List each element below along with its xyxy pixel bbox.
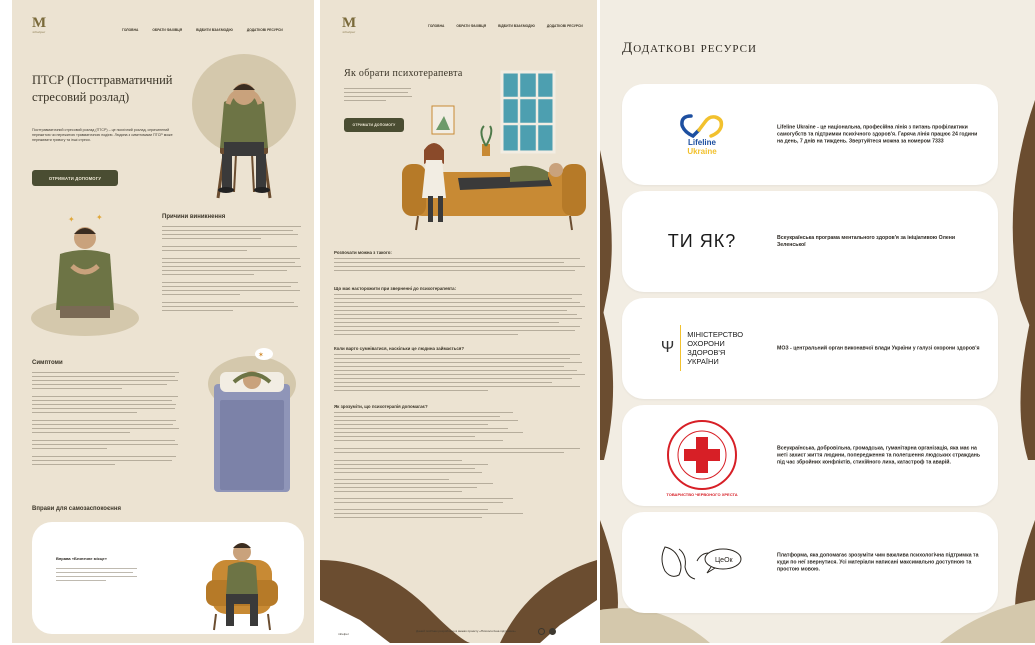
moz-logo: Ψ МІНІСТЕРСТВО ОХОРОНИ ЗДОРОВ'Я УКРАЇНИ bbox=[646, 308, 758, 388]
intro-text: Посттравматичний стресовий розлад (ПТСР)… bbox=[32, 128, 173, 142]
svg-text:✦: ✦ bbox=[68, 215, 75, 224]
section-start: Розпочати можна з такого: bbox=[334, 250, 590, 274]
ty-yak-logo-text: ТИ ЯК? bbox=[667, 230, 737, 251]
symptoms-text-block bbox=[32, 372, 182, 468]
nav-item-interaction[interactable]: ВІДБИТИ ВЗАЄМОДІЮ bbox=[196, 28, 233, 32]
resource-card-moz[interactable]: Ψ МІНІСТЕРСТВО ОХОРОНИ ЗДОРОВ'Я УКРАЇНИ … bbox=[622, 298, 998, 399]
red-cross-icon bbox=[667, 420, 737, 490]
exercise-card[interactable]: Вправа «Безпечне місце» bbox=[32, 522, 304, 634]
page-title: Додаткові ресурси bbox=[622, 40, 757, 56]
nav-item-choose-specialist[interactable]: ОБРАТИ ФАХІВЦЯ bbox=[152, 28, 182, 32]
resource-card-lifeline[interactable]: Lifeline Ukraine Lifeline Ukraine - це н… bbox=[622, 84, 998, 185]
top-nav: ГОЛОВНА ОБРАТИ ФАХІВЦЯ ВІДБИТИ ВЗАЄМОДІЮ… bbox=[122, 28, 283, 32]
section-heading: Коли варто сумніватися, наскільки це люд… bbox=[334, 346, 465, 351]
svg-text:✦: ✦ bbox=[96, 213, 103, 222]
red-cross-ring-text: ТОВАРИСТВО ЧЕРВОНОГО ХРЕСТА bbox=[666, 492, 738, 497]
section-doubts: Коли варто сумніватися, наскільки це люд… bbox=[334, 346, 590, 394]
section-heading: Як зрозуміти, що психотерапія допомагає? bbox=[334, 404, 428, 409]
resource-description: Всеукраїнська, добровільна, громадська, … bbox=[777, 445, 981, 465]
heart-logo-icon bbox=[680, 114, 724, 138]
resource-description: Всеукраїнська програма ментального здоро… bbox=[777, 234, 956, 248]
nav-item-resources[interactable]: ДОДАТКОВІ РЕСУРСИ bbox=[247, 28, 283, 32]
instagram-icon[interactable] bbox=[538, 628, 545, 635]
ty-yak-logo: ТИ ЯК? bbox=[646, 201, 758, 281]
lifeline-logo: Lifeline Ukraine bbox=[646, 94, 758, 174]
resource-card-red-cross[interactable]: ТОВАРИСТВО ЧЕРВОНОГО ХРЕСТА Всеукраїнськ… bbox=[622, 405, 998, 506]
section-heading: Що має насторожити при зверненні до псих… bbox=[334, 286, 457, 291]
logo-subtitle: mhelper bbox=[32, 30, 46, 34]
exercise-card-text bbox=[56, 568, 140, 584]
tseok-logo-text: ЦеОк bbox=[715, 557, 734, 564]
site-logo[interactable]: M mhelper bbox=[32, 15, 47, 35]
facebook-icon[interactable] bbox=[549, 628, 556, 635]
symptoms-heading: Симптоми bbox=[32, 360, 63, 366]
trident-icon: Ψ bbox=[660, 339, 675, 356]
section-heading: Розпочати можна з такого: bbox=[334, 250, 392, 255]
get-help-button[interactable]: ОТРИМАТИ ДОПОМОГУ bbox=[32, 170, 118, 186]
page-title: ПТСР (Посттравматичний стресовий розлад) bbox=[32, 73, 173, 104]
resource-card-tseok[interactable]: ЦеОк Платформа, яка допомагає зрозуміти … bbox=[622, 512, 998, 613]
lifeline-logo-line1: Lifeline bbox=[687, 138, 716, 147]
section-red-flags: Що має насторожити при зверненні до псих… bbox=[334, 286, 590, 338]
resources-panel: Додаткові ресурси Lifeline Ukraine Lifel… bbox=[600, 0, 1035, 643]
resource-description: Lifeline Ukraine - це національна, профе… bbox=[777, 124, 978, 144]
moz-logo-line: МІНІСТЕРСТВО bbox=[687, 330, 744, 339]
resource-description: Платформа, яка допомагає зрозуміти чим в… bbox=[777, 552, 979, 572]
moz-logo-line: УКРАЇНИ bbox=[687, 357, 719, 366]
logo-mark: M bbox=[32, 15, 47, 31]
armchair-man-illustration bbox=[206, 543, 278, 631]
causes-heading: Причини виникнення bbox=[162, 214, 226, 220]
resource-description: МОЗ - центральний орган виконавчої влади… bbox=[777, 345, 980, 351]
faces-icon: ЦеОк bbox=[661, 546, 742, 580]
lifeline-logo-line2: Ukraine bbox=[687, 147, 717, 156]
ptsd-page-panel: M mhelper ГОЛОВНА ОБРАТИ ФАХІВЦЯ ВІДБИТИ… bbox=[12, 0, 314, 643]
footer-text: Даний посібник розроблено в межах проєкт… bbox=[416, 629, 516, 633]
footer-brand: mhelper bbox=[338, 632, 349, 636]
sleeping-man-illustration: ✶ bbox=[208, 348, 296, 492]
section-progress: Як зрозуміти, що психотерапія допомагає? bbox=[334, 404, 590, 521]
moz-logo-line: ОХОРОНИ bbox=[687, 339, 725, 348]
red-cross-logo: ТОВАРИСТВО ЧЕРВОНОГО ХРЕСТА bbox=[646, 415, 758, 497]
nav-item-home[interactable]: ГОЛОВНА bbox=[122, 28, 138, 32]
sitting-man-illustration bbox=[192, 54, 296, 199]
exercises-heading: Вправи для самозаспокоєння bbox=[32, 506, 122, 512]
svg-text:✶: ✶ bbox=[258, 351, 264, 359]
logo-divider bbox=[680, 325, 682, 371]
resource-card-ty-yak[interactable]: ТИ ЯК? Всеукраїнська програма ментальног… bbox=[622, 191, 998, 292]
exercise-card-title: Вправа «Безпечне місце» bbox=[56, 556, 107, 561]
causes-text-block bbox=[162, 226, 304, 314]
stressed-man-illustration: ✦ ✦ bbox=[31, 213, 139, 336]
tseok-logo: ЦеОк bbox=[646, 522, 758, 602]
moz-logo-line: ЗДОРОВ'Я bbox=[687, 348, 726, 357]
choose-therapist-panel: M mhelper ГОЛОВНА ОБРАТИ ФАХІВЦЯ ВІДБИТИ… bbox=[320, 0, 597, 643]
footer-social bbox=[538, 628, 556, 635]
